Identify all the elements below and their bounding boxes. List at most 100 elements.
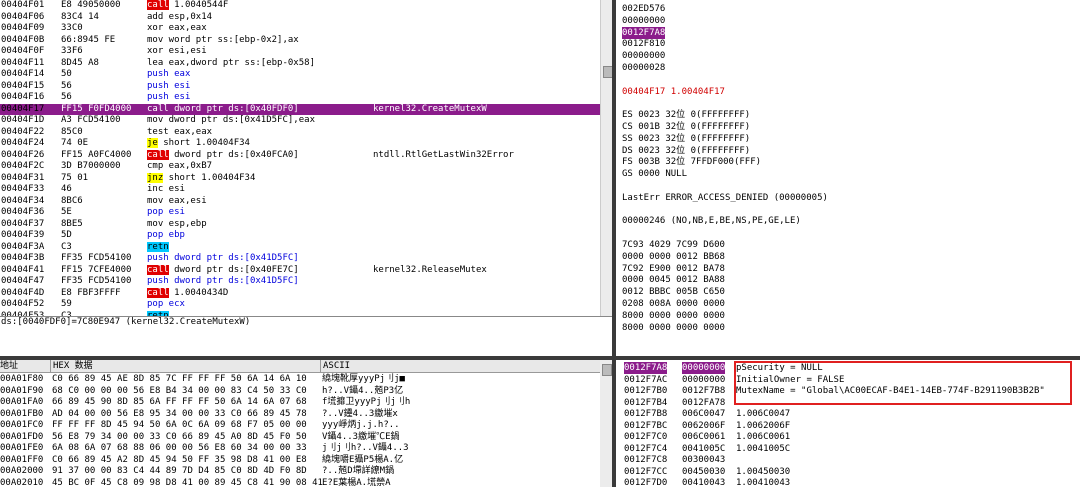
info-line: ds:[0040FDF0]=7C80E947 (kernel32.CreateM… [0,316,612,329]
disasm-row[interactable]: 00404F15 56 push esi [0,81,600,93]
register-line[interactable]: DS 0023 32位 0(FFFFFFFF) [622,145,750,157]
register-line[interactable]: SS 0023 32位 0(FFFFFFFF) [622,133,750,145]
register-line[interactable]: 00404F17 1.00404F17 [622,86,725,98]
instruction-mnemonic: call [147,149,169,160]
stack-row[interactable]: 0012F7C8 00300043 [616,454,1080,466]
disasm-row[interactable]: 00404F14 50 push eax [0,69,600,81]
dump-row[interactable]: 00A01FE0 6A 08 6A 07 68 88 06 00 00 56 E8… [0,442,600,454]
disasm-row[interactable]: 00404F31 75 01 jnz short 1.00404F34 [0,172,600,185]
disasm-address: 00404F0F [1,46,45,56]
disasm-address: 00404F14 [1,69,45,79]
disasm-row[interactable]: 00404F47 FF35 FCD54100 push dword ptr ds:[… [0,276,600,288]
dump-address: 00A01FF0 [0,454,44,465]
disasm-instruction: xor esi,esi [147,46,207,58]
dump-row[interactable]: 00A01FC0 FF FF FF 8D 45 94 50 6A 0C 6A 09… [0,419,600,431]
register-line[interactable]: 8000 0000 0000 0000 [622,310,725,322]
dump-row[interactable]: 00A02010 45 BC 0F 45 C8 09 98 D8 41 00 89… [0,477,600,487]
dump-header-hex[interactable]: HEX 数据 [50,360,321,373]
register-line[interactable]: 00000000 [622,15,665,27]
disasm-row[interactable]: 00404F36 5E pop esi [0,207,600,219]
register-line[interactable]: GS 0000 NULL [622,168,687,180]
disasm-hex: FF35 FCD54100 [61,253,132,263]
disasm-row[interactable]: 00404F26 FF15 A0FC4000 call dword ptr ds:[… [0,149,600,162]
dump-row[interactable]: 00A01FF0 C0 66 89 45 A2 8D 45 94 50 FF 35… [0,454,600,466]
dump-header-address[interactable]: 地址 [0,360,50,373]
register-line[interactable]: LastErr ERROR_ACCESS_DENIED (00000005) [622,192,828,204]
disasm-row[interactable]: 00404F06 83C4 14 add esp,0x14 [0,12,600,24]
disasm-address: 00404F39 [1,230,45,240]
register-line[interactable]: 0012F7A8 [622,26,666,39]
disasm-row[interactable]: 00404F39 5D pop ebp [0,230,600,242]
disasm-row[interactable]: 00404F3A C3 retn [0,241,600,254]
disasm-row[interactable]: 00404F34 8BC6 mov eax,esi [0,196,600,208]
disasm-comment: kernel32.CreateMutexW [373,103,487,114]
stack-row[interactable]: 0012F7C0 006C0061 1.006C0061 [616,431,1080,443]
register-line[interactable]: FS 003B 32位 7FFDF000(FFF) [622,156,761,168]
dump-row[interactable]: 00A01F80 C0 66 89 45 AE 8D 85 7C FF FF FF… [0,373,600,385]
stack-row[interactable]: 0012F7D0 00410043 1.00410043 [616,477,1080,487]
disasm-row[interactable]: 00404F4D E8 FBF3FFFF call 1.0040434D [0,287,600,300]
dump-row[interactable]: 00A02000 91 37 00 00 83 C4 44 89 7D D4 85… [0,465,600,477]
register-line[interactable]: 00000246 (NO,NB,E,BE,NS,PE,GE,LE) [622,215,801,227]
stack-row[interactable]: 0012F7B8 006C0047 1.006C0047 [616,408,1080,420]
register-line[interactable]: ES 0023 32位 0(FFFFFFFF) [622,109,750,121]
disasm-hex: 8BC6 [61,195,83,206]
register-line[interactable]: 7C93 4029 7C99 D600 [622,239,725,251]
dump-header-ascii[interactable]: ASCII [320,360,600,373]
dump-row[interactable]: 00A01FA0 66 89 45 90 8D 85 6A FF FF FF 50… [0,396,600,408]
stack-row[interactable]: 0012F7AC 00000000 InitialOwner = FALSE [616,374,1080,386]
disasm-row[interactable]: 00404F0B 66:8945 FE mov word ptr ss:[ebp-0… [0,35,600,47]
disasm-address: 00404F37 [1,218,45,229]
disasm-hex: 33F6 [61,46,83,56]
disasm-row[interactable]: 00404F11 8D45 A8 lea eax,dword ptr ss:[ebp… [0,58,600,70]
disasm-row[interactable]: 00404F01 E8 49050000 call 1.0040544F [0,0,600,12]
stack-comment: 1.0062006F [736,420,791,431]
stack-row[interactable]: 0012F7A8 00000000 pSecurity = NULL [616,362,1080,374]
stack-row[interactable]: 0012F7C4 0041005C 1.0041005C [616,443,1080,455]
dump-scrollbar[interactable] [600,360,612,487]
disasm-row[interactable]: 00404F2C 3D B7000000 cmp eax,0xB7 [0,161,600,173]
disassembly-pane[interactable]: 00404F01 E8 49050000 call 1.0040544F 00404F… [0,0,600,316]
instruction-mnemonic: pop [147,230,164,240]
disasm-row[interactable]: 00404F3B FF35 FCD54100 push dword ptr ds:[… [0,253,600,265]
dump-row[interactable]: 00A01FD0 56 E8 79 34 00 00 33 C0 66 89 45… [0,431,600,443]
register-line[interactable]: 0000 0045 0012 BA88 [622,274,725,286]
dump-row[interactable]: 00A01FB0 AD 04 00 00 56 E8 95 34 00 00 33… [0,408,600,420]
stack-row[interactable]: 0012F7B0 0012F7B8 MutexName = "Global\AC00… [616,385,1080,397]
register-line[interactable]: 8000 0000 0000 0000 [622,322,725,334]
stack-comment: 1.00410043 [736,478,791,487]
dump-hex: 6A 08 6A 07 68 88 06 00 00 56 E8 60 34 0… [52,443,307,453]
dump-row[interactable]: 00A01F90 68 C0 00 00 00 56 E8 B4 34 00 00… [0,385,600,397]
instruction-mnemonic: je [147,138,158,148]
register-line[interactable]: 0208 008A 0000 0000 [622,298,725,310]
instruction-mnemonic: mov [147,195,164,206]
register-line[interactable]: 00000000 [622,50,665,62]
register-line[interactable]: CS 001B 32位 0(FFFFFFFF) [622,121,750,133]
stack-address: 0012F7B8 [624,409,668,419]
disasm-row[interactable]: 00404F09 33C0 xor eax,eax [0,23,600,35]
stack-pane[interactable]: 0012F7A8 00000000 pSecurity = NULL 0012F7AC… [616,360,1080,487]
disasm-row[interactable]: 00404F41 FF15 7CFE4000 call dword ptr ds:[… [0,264,600,277]
scrollbar-thumb[interactable] [602,364,612,376]
stack-row[interactable]: 0012F7B4 0012FA78 [616,397,1080,409]
register-line[interactable]: 002ED576 [622,3,665,15]
disasm-row[interactable]: 00404F16 56 push esi [0,92,600,104]
memory-dump-pane[interactable]: 地址 HEX 数据 ASCII 00A01F80 C0 66 89 45 AE 8… [0,360,600,487]
disasm-row[interactable]: 00404F37 8BE5 mov esp,ebp [0,219,600,231]
disasm-row[interactable]: 00404F52 59 pop ecx [0,299,600,311]
stack-row[interactable]: 0012F7BC 0062006F 1.0062006F [616,420,1080,432]
register-line[interactable]: 0000 0000 0012 BB68 [622,251,725,263]
registers-pane[interactable]: 002ED576 00000000 0012F7A8 0012F810 00000000… [616,0,1080,356]
register-line[interactable]: 0012 BBBC 005B C650 [622,286,725,298]
stack-row[interactable]: 0012F7CC 00450030 1.00450030 [616,466,1080,478]
disasm-row[interactable]: 00404F22 85C0 test eax,eax [0,127,600,139]
register-line[interactable]: 7C92 E900 0012 BA78 [622,263,725,275]
disasm-row[interactable]: 00404F24 74 0E je short 1.00404F34 [0,138,600,150]
register-line[interactable]: 0012F810 [622,38,665,50]
disasm-row[interactable]: 00404F1D A3 FCD54100 mov dword ptr ds:[0x4… [0,115,600,127]
disasm-row[interactable]: 00404F33 46 inc esi [0,184,600,196]
instruction-mnemonic: cmp [147,161,164,171]
disasm-row[interactable]: 00404F0F 33F6 xor esi,esi [0,46,600,58]
disasm-row[interactable]: 00404F17 FF15 F0FD4000 call dword ptr ds:[… [0,103,600,115]
register-line[interactable]: 00000028 [622,62,665,74]
